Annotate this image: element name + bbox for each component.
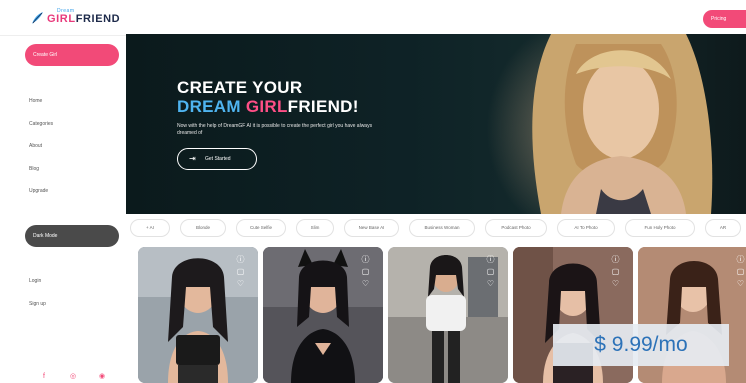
social-links: f ◎ ◉ bbox=[40, 373, 106, 381]
category-chip[interactable]: Blonde bbox=[180, 219, 226, 237]
hero-title-girl: GIRL bbox=[245, 97, 288, 116]
category-chip[interactable]: New Base AI bbox=[344, 219, 399, 237]
hero-title: CREATE YOUR DREAM GIRLFRIEND! bbox=[177, 78, 359, 116]
sidebar-item-blog[interactable]: Blog bbox=[29, 164, 53, 187]
top-bar: Dream GIRLFRIEND Pricing bbox=[0, 0, 746, 36]
sidebar-item-upgrade[interactable]: Upgrade bbox=[29, 186, 53, 209]
info-icon[interactable]: ⓘ bbox=[736, 255, 745, 264]
facebook-icon[interactable]: f bbox=[40, 373, 48, 381]
category-tabs: + AI Blonde Cute Selfie Slim New Base AI… bbox=[126, 219, 746, 241]
chat-icon[interactable]: ▢ bbox=[736, 267, 745, 276]
category-chip[interactable]: Fun Holy Photo bbox=[625, 219, 695, 237]
category-chip[interactable]: Cute Selfie bbox=[236, 219, 286, 237]
sidebar-item-categories[interactable]: Categories bbox=[29, 119, 53, 142]
login-link[interactable]: Login bbox=[29, 276, 46, 299]
logo-word-girl: GIRL bbox=[47, 13, 76, 25]
category-chip[interactable]: AI To Photo bbox=[557, 219, 615, 237]
header-pricing-button[interactable]: Pricing bbox=[703, 10, 746, 28]
category-chip[interactable]: Business Woman bbox=[409, 219, 475, 237]
girl-card[interactable]: ⓘ ▢ ♡ bbox=[388, 247, 508, 383]
category-chip[interactable]: AR bbox=[705, 219, 741, 237]
chat-icon[interactable]: ▢ bbox=[611, 267, 620, 276]
dark-mode-button[interactable]: Dark Mode bbox=[25, 225, 119, 247]
create-girl-button[interactable]: Create Girl bbox=[25, 44, 119, 66]
category-chip[interactable]: Podcast Photo bbox=[485, 219, 547, 237]
sidebar-item-home[interactable]: Home bbox=[29, 96, 53, 119]
info-icon[interactable]: ⓘ bbox=[236, 255, 245, 264]
info-icon[interactable]: ⓘ bbox=[361, 255, 370, 264]
heart-icon[interactable]: ♡ bbox=[361, 279, 370, 288]
login-arrow-icon: ⇥ bbox=[189, 154, 196, 163]
info-icon[interactable]: ⓘ bbox=[611, 255, 620, 264]
category-chip[interactable]: + AI bbox=[130, 219, 170, 237]
heart-icon[interactable]: ♡ bbox=[611, 279, 620, 288]
chat-icon[interactable]: ▢ bbox=[361, 267, 370, 276]
chat-icon[interactable]: ▢ bbox=[236, 267, 245, 276]
sidebar-item-about[interactable]: About bbox=[29, 141, 53, 164]
hero-model-image bbox=[532, 34, 713, 214]
category-chip[interactable]: Slim bbox=[296, 219, 334, 237]
hero-title-friend: FRIEND! bbox=[287, 97, 359, 116]
girl-card[interactable]: ⓘ ▢ ♡ bbox=[263, 247, 383, 383]
auth-links: Login Sign up bbox=[29, 276, 46, 321]
heart-icon[interactable]: ♡ bbox=[486, 279, 495, 288]
logo-feather-icon bbox=[30, 11, 44, 25]
get-started-label: Get Started bbox=[205, 156, 231, 162]
hero-title-dream: DREAM bbox=[177, 97, 246, 116]
logo[interactable]: Dream GIRLFRIEND bbox=[30, 9, 120, 25]
sidebar-nav: Home Categories About Blog Upgrade bbox=[29, 96, 53, 209]
heart-icon[interactable]: ♡ bbox=[736, 279, 745, 288]
girl-card[interactable]: ⓘ ▢ ♡ bbox=[138, 247, 258, 383]
hero-banner: CREATE YOUR DREAM GIRLFRIEND! Now with t… bbox=[126, 34, 746, 214]
hero-subtitle: Now with the help of DreamGF AI it is po… bbox=[177, 123, 373, 136]
hero-title-line1: CREATE YOUR bbox=[177, 78, 303, 97]
instagram-icon[interactable]: ◎ bbox=[69, 373, 77, 381]
reddit-icon[interactable]: ◉ bbox=[98, 373, 106, 381]
chat-icon[interactable]: ▢ bbox=[486, 267, 495, 276]
get-started-button[interactable]: ⇥ Get Started bbox=[177, 148, 257, 170]
sidebar: Create Girl Home Categories About Blog U… bbox=[0, 36, 126, 383]
price-badge: $ 9.99/mo bbox=[553, 324, 729, 366]
logo-word-friend: FRIEND bbox=[75, 13, 121, 25]
info-icon[interactable]: ⓘ bbox=[486, 255, 495, 264]
heart-icon[interactable]: ♡ bbox=[236, 279, 245, 288]
signup-link[interactable]: Sign up bbox=[29, 299, 46, 322]
